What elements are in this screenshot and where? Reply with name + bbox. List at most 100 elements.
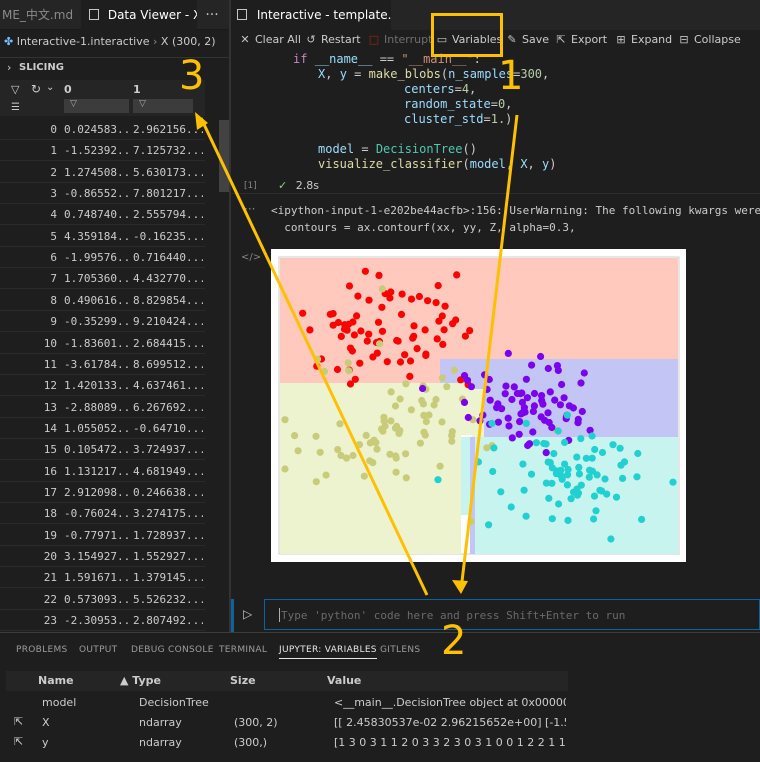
table-row[interactable]: 10 -1.83601... 2.684415... <box>0 333 205 354</box>
row-index: 23 <box>43 614 57 628</box>
point-class-purple <box>546 388 554 396</box>
tab-jupyter-variables[interactable]: JUPYTER: VARIABLES <box>279 645 377 659</box>
point-class-cyan <box>570 488 578 496</box>
table-row[interactable]: 1 -1.52392... 7.125732... <box>0 140 205 162</box>
column-header-0[interactable]: 0 <box>64 83 72 96</box>
point-class-yellow <box>366 439 374 447</box>
point-class-yellow <box>345 367 353 375</box>
cell-col-1: 0.246638... <box>133 485 203 499</box>
point-class-yellow <box>294 447 302 455</box>
tab-terminal[interactable]: TERMINAL <box>219 645 267 655</box>
restart-button[interactable]: ↺ Restart <box>304 32 360 48</box>
table-row[interactable]: 18 -0.76024... 3.274175... <box>0 503 205 525</box>
save-button[interactable]: ✎ Save <box>505 32 549 48</box>
editor-divider[interactable] <box>229 0 231 632</box>
table-row[interactable]: 5 4.359184... -0.16235... <box>0 226 205 247</box>
open-data-viewer-icon[interactable]: ⇱ <box>14 735 23 748</box>
column-filter-1[interactable]: ▽ <box>133 99 193 113</box>
filter-icon[interactable]: ▽ <box>11 83 19 96</box>
point-class-cyan <box>542 479 550 487</box>
cell-col-1: 1.728937... <box>133 528 203 542</box>
table-row[interactable]: 14 1.055052... -0.64710... <box>0 418 205 439</box>
point-class-purple <box>537 352 545 361</box>
table-row[interactable]: 21 1.591671... 1.379145... <box>0 567 205 589</box>
tab-readme[interactable]: ME_中文.md <box>0 0 80 30</box>
point-class-cyan <box>554 427 562 435</box>
output-menu-icon[interactable]: ··· <box>244 202 255 216</box>
expand-button[interactable]: ⊞ Expand <box>614 32 672 48</box>
table-row[interactable]: 17 2.912098... 0.246638... <box>0 482 205 503</box>
row-index: 5 <box>50 229 57 243</box>
table-row[interactable]: 0 0.024583... 2.962156... <box>0 119 205 140</box>
more-actions-icon[interactable]: ··· <box>200 0 224 30</box>
breadcrumb-file[interactable]: Interactive-1.interactive <box>17 35 150 48</box>
export-button[interactable]: ⇱ Export <box>554 32 607 48</box>
collapse-button[interactable]: ⊟ Collapse <box>677 32 740 48</box>
point-class-cyan <box>586 466 594 474</box>
header-value[interactable]: Value <box>327 674 361 687</box>
table-row[interactable]: 11 -3.61784... 8.699512... <box>0 354 205 375</box>
table-row[interactable]: 12 1.420133... 4.637461... <box>0 375 205 397</box>
point-class-yellow <box>281 416 289 424</box>
point-class-yellow <box>344 359 352 367</box>
tab-debug-console[interactable]: DEBUG CONSOLE <box>131 645 214 655</box>
table-row[interactable]: 6 -1.99576... 0.716440... <box>0 247 205 269</box>
variable-row-model[interactable]: model DecisionTree <__main__.DecisionTre… <box>6 693 568 713</box>
point-class-purple <box>504 414 512 422</box>
tab-label: Interactive - template.py <box>256 8 391 22</box>
table-row[interactable]: 2 1.274508... 5.630173... <box>0 162 205 183</box>
point-class-yellow <box>337 451 345 460</box>
code-input[interactable]: Type 'python' code here and press Shift+… <box>264 599 760 630</box>
grid-scrollbar[interactable] <box>219 120 229 192</box>
point-class-yellow <box>360 472 368 480</box>
chevron-down-icon[interactable]: ⌄ <box>46 82 54 93</box>
interrupt-button[interactable]: □ Interrupt <box>367 32 433 48</box>
point-class-yellow <box>391 402 400 410</box>
point-class-yellow <box>448 432 456 440</box>
data-grid[interactable]: 0 0.024583... 2.962156... 1 -1.52392... 7.125… <box>0 119 205 632</box>
table-row[interactable]: 9 -0.35299... 9.210424... <box>0 311 205 333</box>
point-class-yellow <box>407 406 415 414</box>
point-class-red <box>409 334 417 342</box>
point-class-purple <box>580 369 588 377</box>
breadcrumb-var[interactable]: X (300, 2) <box>161 35 216 48</box>
var-size: (300, 2) <box>234 716 278 729</box>
tab-interactive[interactable]: Interactive - template.py <box>231 0 391 30</box>
table-row[interactable]: 19 -0.77971... 1.728937... <box>0 525 205 546</box>
cell-col-0: 4.359184... <box>64 229 131 243</box>
header-size[interactable]: Size <box>230 674 256 687</box>
cell-col-1: 0.716440... <box>133 251 203 265</box>
tab-gitlens[interactable]: GITLENS <box>380 645 420 655</box>
column-filter-0[interactable]: ▽ <box>64 99 129 113</box>
table-row[interactable]: 3 -0.86552... 7.801217... <box>0 183 205 205</box>
table-row[interactable]: 8 0.490616... 8.829854... <box>0 290 205 311</box>
tab-problems[interactable]: PROBLEMS <box>16 645 68 655</box>
point-class-cyan <box>598 487 606 495</box>
table-row[interactable]: 22 0.573093... 5.526232... <box>0 589 205 610</box>
table-row[interactable]: 15 0.105472... 3.724937... <box>0 439 205 461</box>
table-row[interactable]: 4 0.748740... 2.555794... <box>0 204 205 226</box>
table-row[interactable]: 20 3.154927... 1.552927... <box>0 546 205 567</box>
point-class-red <box>413 345 421 353</box>
variable-row-x[interactable]: ⇱ X ndarray (300, 2) [[ 2.45830537e-02 2… <box>6 713 568 733</box>
table-row[interactable]: 23 -2.30953... 2.807492... <box>0 610 205 632</box>
cell-col-0: -1.83601... <box>64 336 131 350</box>
header-type[interactable]: ▲ Type <box>120 674 161 687</box>
input-area: ▷ Type 'python' code here and press Shif… <box>231 599 760 632</box>
list-icon[interactable]: ☰ <box>11 102 20 113</box>
open-data-viewer-icon[interactable]: ⇱ <box>14 715 23 728</box>
clear-all-button[interactable]: ✕ Clear All <box>238 32 301 48</box>
header-name[interactable]: Name <box>38 674 74 687</box>
tab-output[interactable]: OUTPUT <box>79 645 117 655</box>
column-header-1[interactable]: 1 <box>133 83 141 96</box>
table-row[interactable]: 13 -2.88089... 6.267692... <box>0 397 205 418</box>
refresh-icon[interactable]: ↻ <box>31 82 41 96</box>
tab-data-viewer[interactable]: Data Viewer - X <box>81 0 197 30</box>
var-value: [[ 2.45830537e-02 2.96215652e+00] [-1.52… <box>334 716 566 729</box>
table-row[interactable]: 16 1.131217... 4.681949... <box>0 461 205 482</box>
table-row[interactable]: 7 1.705360... 4.432770... <box>0 268 205 290</box>
variable-row-y[interactable]: ⇱ y ndarray (300,) [1 3 0 3 1 1 2 0 3 3 … <box>6 733 568 753</box>
run-icon[interactable]: ▷ <box>243 607 252 621</box>
cell-col-1: 4.432770... <box>133 272 203 286</box>
code-output-icon[interactable]: </> <box>241 252 261 263</box>
